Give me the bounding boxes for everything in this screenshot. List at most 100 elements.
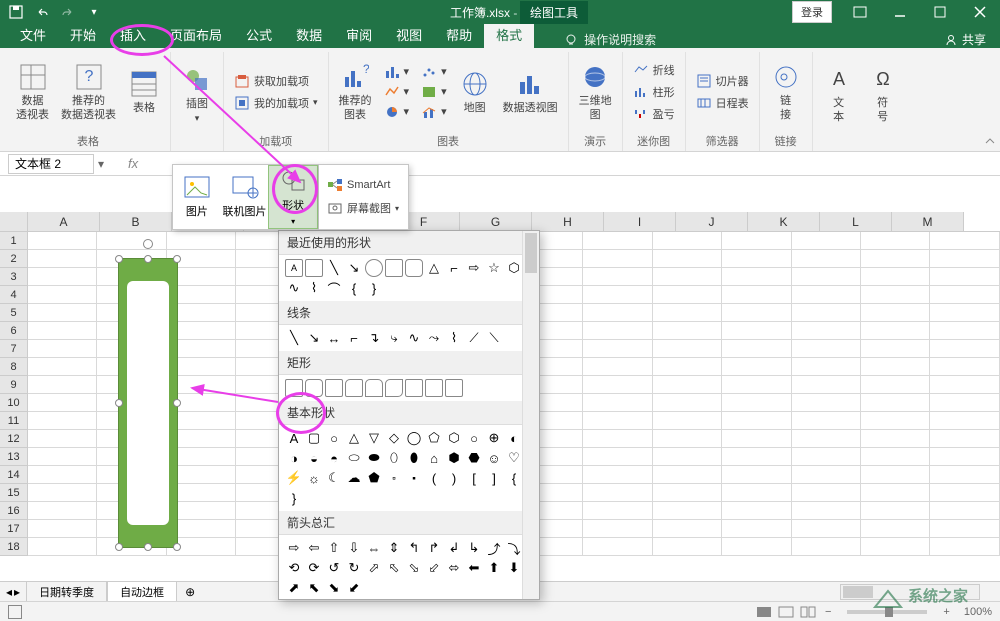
cell[interactable] [653,466,722,484]
cell[interactable] [653,250,722,268]
shape-arrow-0[interactable]: ⇨ [285,539,303,557]
shape-rect-8[interactable] [425,379,443,397]
recommended-pivot-button[interactable]: ? 推荐的 数据透视表 [57,57,120,125]
chart-map-button[interactable]: ▾ [417,83,451,101]
shape-curve[interactable]: ∿ [285,279,303,297]
maximize-icon[interactable] [920,0,960,24]
cell[interactable] [930,340,999,358]
shape-arrow-18[interactable]: ⬂ [405,559,423,577]
cell[interactable] [583,268,652,286]
row-header[interactable]: 12 [0,430,28,448]
shape-basic-7[interactable]: ⬠ [425,429,443,447]
cell[interactable] [583,286,652,304]
save-icon[interactable] [6,2,26,22]
shape-brace-r[interactable]: } [365,279,383,297]
cell[interactable] [722,250,791,268]
pivotchart-button[interactable]: 数据透视图 [499,64,562,119]
shape-line-8[interactable]: ⤳ [425,329,443,347]
row-header[interactable]: 15 [0,484,28,502]
cell[interactable] [722,286,791,304]
cell[interactable] [583,484,652,502]
shape-line-5[interactable]: ↴ [365,329,383,347]
shape-basic-24[interactable]: ⚡ [285,469,303,487]
shape-arrow-21[interactable]: ⬅ [465,559,483,577]
view-pagebreak-icon[interactable] [799,605,817,619]
my-addins-button[interactable]: 我的加载项 ▾ [230,93,322,113]
col-header-I[interactable]: I [604,212,676,231]
cell[interactable] [653,268,722,286]
close-icon[interactable] [960,0,1000,24]
shape-basic-18[interactable]: ⬮ [405,449,423,467]
col-header-H[interactable]: H [532,212,604,231]
row-header[interactable]: 4 [0,286,28,304]
shape-star[interactable]: ☆ [485,259,503,277]
shape-arrow-13[interactable]: ⟳ [305,559,323,577]
shape-line-4[interactable]: ⌐ [345,329,363,347]
shape-basic-21[interactable]: ⬣ [465,449,483,467]
cell[interactable] [861,412,930,430]
shape-basic-0[interactable]: A [285,429,303,447]
cell[interactable] [861,268,930,286]
shape-line-3[interactable]: ↔ [325,329,343,347]
cell[interactable] [28,448,97,466]
cell[interactable] [28,430,97,448]
shape-arrow-line[interactable]: ↘ [345,259,363,277]
cell[interactable] [792,502,861,520]
cell[interactable] [722,484,791,502]
tab-layout[interactable]: 页面布局 [158,21,234,48]
cell[interactable] [792,376,861,394]
cell[interactable] [792,304,861,322]
chart-combo-button[interactable]: ▾ [417,103,451,121]
shape-basic-16[interactable]: ⬬ [365,449,383,467]
shape-textbox-vert[interactable] [305,259,323,277]
shape-rounded-rect[interactable] [405,259,423,277]
cell[interactable] [930,358,999,376]
row-header[interactable]: 1 [0,232,28,250]
tab-format[interactable]: 格式 [484,21,534,48]
shape-arrow-2[interactable]: ⇧ [325,539,343,557]
row-header[interactable]: 14 [0,466,28,484]
shape-basic-32[interactable]: ) [445,469,463,487]
minimize-icon[interactable] [880,0,920,24]
cell[interactable] [722,376,791,394]
shape-basic-10[interactable]: ⊕ [485,429,503,447]
shape-rect-5[interactable] [365,379,383,397]
cell[interactable] [792,268,861,286]
tab-formula[interactable]: 公式 [234,21,284,48]
cell[interactable] [28,466,97,484]
shape-basic-5[interactable]: ◇ [385,429,403,447]
cell[interactable] [792,394,861,412]
pivot-table-button[interactable]: 数据 透视表 [12,57,53,125]
rotate-handle[interactable] [143,239,153,249]
tab-data[interactable]: 数据 [284,21,334,48]
cell[interactable] [861,322,930,340]
shape-basic-17[interactable]: ⬯ [385,449,403,467]
sparkline-line-button[interactable]: 折线 [629,60,679,80]
cell[interactable] [722,394,791,412]
shape-arrow-1[interactable]: ⇦ [305,539,323,557]
shape-basic-23[interactable]: ♡ [505,449,523,467]
cell[interactable] [930,394,999,412]
shape-line-1[interactable]: ╲ [285,329,303,347]
cell[interactable] [653,340,722,358]
cell[interactable] [28,322,97,340]
text-button[interactable]: A 文 本 [819,59,859,127]
cell[interactable] [653,376,722,394]
sheet-nav-prev-icon[interactable]: ◂ [6,585,12,599]
shape-basic-14[interactable]: ◓ [325,449,343,467]
tab-home[interactable]: 开始 [58,21,108,48]
new-sheet-button[interactable]: ⊕ [177,585,203,599]
name-box-dropdown-icon[interactable]: ▾ [94,157,108,171]
cell[interactable] [930,484,999,502]
shape-basic-1[interactable]: ▢ [305,429,323,447]
shape-line[interactable]: ╲ [325,259,343,277]
cell[interactable] [792,520,861,538]
chart-column-button[interactable]: ▾ [380,63,414,81]
shape-basic-28[interactable]: ⬟ [365,469,383,487]
tell-me-search[interactable]: 操作说明搜索 [564,31,656,48]
cell[interactable] [930,376,999,394]
cell[interactable] [653,448,722,466]
cell[interactable] [722,466,791,484]
cell[interactable] [722,304,791,322]
col-header-A[interactable]: A [28,212,100,231]
